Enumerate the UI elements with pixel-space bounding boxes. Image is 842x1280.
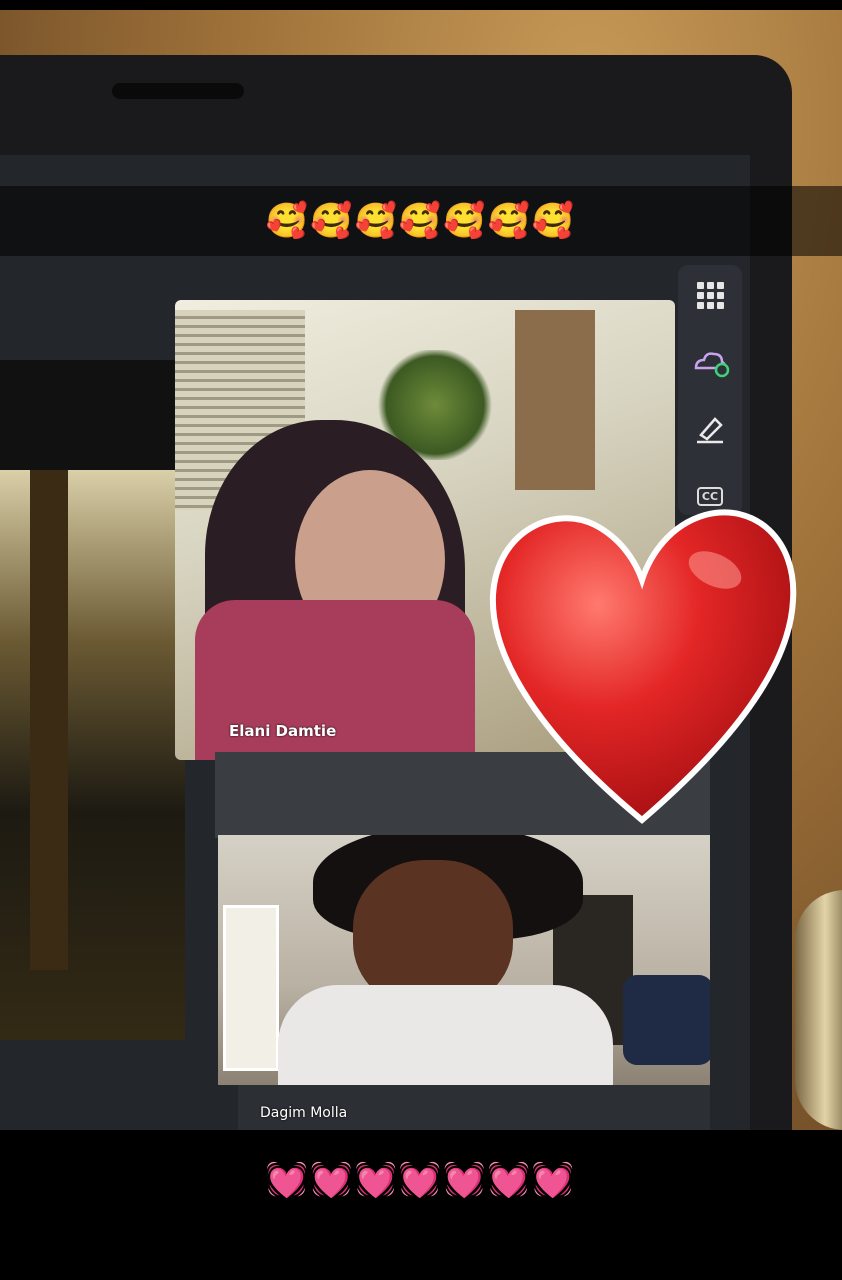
- laptop-camera: [112, 83, 244, 99]
- snap-caption-bottom: 💓💓💓💓💓💓💓: [265, 1160, 577, 1200]
- heart-sticker: [489, 509, 797, 824]
- participant-name-label: Elani Damtie: [229, 722, 337, 740]
- highlighter-icon[interactable]: [690, 408, 730, 448]
- wall-poster: [515, 310, 595, 490]
- cloud-effects-icon[interactable]: [690, 340, 730, 380]
- grid-icon[interactable]: [690, 275, 730, 315]
- doorframe: [223, 905, 279, 1071]
- participant-tile-left[interactable]: [0, 360, 185, 1040]
- decorative-vase: [795, 890, 842, 1130]
- background-object: [30, 470, 68, 970]
- chair: [623, 975, 710, 1065]
- participant-name-bar: Dagim Molla: [238, 1085, 710, 1130]
- bottom-black-bar: [0, 1130, 842, 1280]
- participant-tile-dagim[interactable]: [218, 835, 710, 1085]
- participant-video: [0, 470, 185, 1040]
- participant-shirt: [278, 985, 613, 1085]
- top-strip: [0, 0, 842, 10]
- participant-name-label: Dagim Molla: [260, 1105, 348, 1121]
- snap-caption-top: 🥰🥰🥰🥰🥰🥰🥰: [0, 186, 842, 256]
